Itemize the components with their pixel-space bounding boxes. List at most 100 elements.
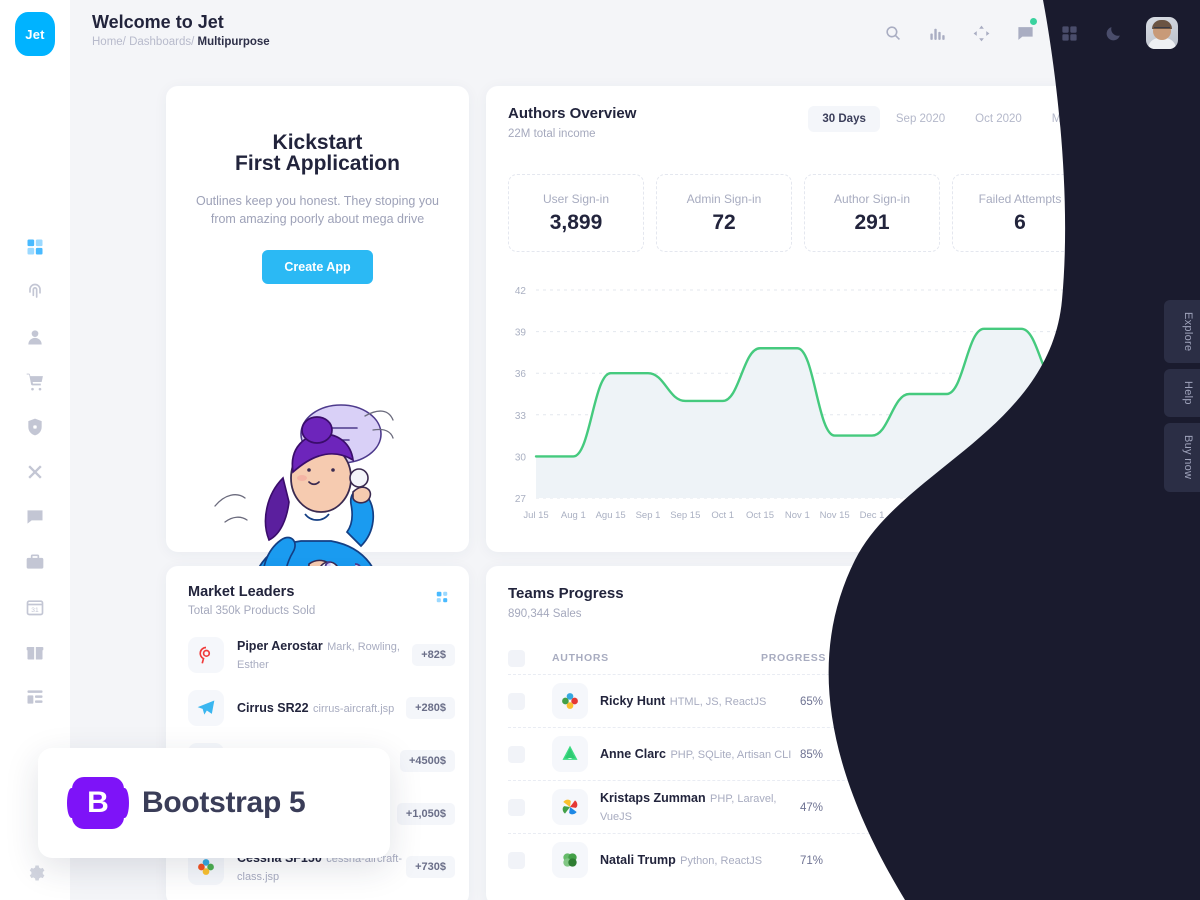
breadcrumb: Home/ Dashboards/ Multipurpose (92, 36, 270, 48)
row-checkbox[interactable] (508, 692, 525, 710)
amount-badge: +82$ (412, 643, 455, 666)
row-action: View (1031, 688, 1084, 714)
breadcrumb-dashboards[interactable]: Dashboards/ (129, 36, 194, 48)
svg-text:Jul 15: Jul 15 (523, 510, 548, 521)
user-filter-value: All Users (885, 602, 932, 614)
bootstrap-badge-card: B Bootstrap 5 (38, 748, 390, 858)
amount-badge: +4500$ (399, 749, 455, 772)
row-author: Natali Trump Python, ReactJS (600, 851, 800, 869)
side-tab-help[interactable]: Help (1164, 369, 1200, 418)
clover-green-icon (552, 842, 588, 878)
row-checkbox[interactable] (508, 745, 525, 763)
svg-text:Sep 15: Sep 15 (670, 510, 700, 521)
table-row[interactable]: Ricky Hunt HTML, JS, ReactJS 65% View (508, 674, 1084, 727)
tab-more[interactable]: More (1038, 106, 1092, 132)
table-row[interactable]: Kristaps Zumman PHP, Laravel, VueJS 47% … (508, 780, 1084, 833)
stat-value: 72 (712, 210, 736, 234)
row-progress: 47% (800, 798, 980, 816)
kickstart-title-line1: Kickstart (272, 131, 363, 154)
sidebar-item-calendar[interactable]: 31 (22, 594, 48, 620)
breadcrumb-home[interactable]: Home/ (92, 36, 126, 48)
side-tab-buy-now[interactable]: Buy now (1164, 423, 1200, 492)
create-app-button[interactable]: Create App (262, 250, 373, 285)
side-tab-explore[interactable]: Explore (1164, 300, 1200, 364)
svg-text:Jan 1: Jan 1 (935, 510, 958, 521)
view-button[interactable]: View (1031, 688, 1084, 714)
author-stack: Python, ReactJS (680, 855, 763, 867)
svg-text:Aug 1: Aug 1 (561, 510, 586, 521)
sidebar-item-messages[interactable] (22, 504, 48, 530)
svg-text:Sep 1: Sep 1 (636, 510, 661, 521)
user-filter-select[interactable]: All Users (875, 592, 980, 624)
stat-label: Admin Sign-in (686, 191, 762, 206)
sidebar-item-rewards[interactable] (22, 639, 48, 665)
list-item-name: Cirrus SR22 (237, 700, 309, 715)
chat-icon[interactable] (1014, 18, 1037, 44)
sidebar-item-dashboard[interactable] (22, 234, 48, 260)
view-button[interactable]: View (1031, 794, 1084, 820)
move-icon[interactable] (970, 22, 992, 44)
table-row[interactable]: Natali Trump Python, ReactJS 71% View (508, 833, 1084, 886)
svg-text:Feb 1: Feb 1 (1009, 510, 1033, 521)
sidebar-nav: 31 (22, 234, 48, 710)
table-row[interactable]: Anne Clarc PHP, SQLite, Artisan CLI 85% … (508, 727, 1084, 780)
authors-overview-chart: 27 30 33 36 39 42 Jul 15 Aug 1 Agu 15 Sep 1 Sep 15… (486, 276, 1106, 551)
gear-icon[interactable] (22, 860, 48, 886)
list-item[interactable]: Cirrus SR22 cirrus-aircraft.jsp +280$ (188, 681, 455, 734)
sidebar-item-layouts[interactable] (22, 684, 48, 710)
row-checkbox[interactable] (508, 851, 525, 869)
view-button[interactable]: View (1031, 847, 1084, 873)
list-item-text: Cirrus SR22 cirrus-aircraft.jsp (237, 699, 406, 717)
stat-card-author-signin: Author Sign-in 291 (804, 174, 940, 252)
app-logo[interactable]: Jet (15, 12, 55, 56)
row-action: View (1031, 794, 1084, 820)
select-all-checkbox[interactable] (508, 649, 525, 667)
svg-text:Dec 1: Dec 1 (860, 510, 885, 521)
row-progress: 85% (800, 745, 980, 763)
grid-icon[interactable] (1058, 22, 1080, 44)
list-item[interactable]: Piper Aerostar Mark, Rowling, Esther +82… (188, 628, 455, 681)
sidebar-item-authentication[interactable] (22, 279, 48, 305)
side-tabs: Explore Help Buy now (1164, 300, 1200, 492)
teams-progress-subtitle: 890,344 Sales (508, 608, 582, 620)
sidebar-item-security[interactable] (22, 414, 48, 440)
author-name: Kristaps Zumman (600, 791, 706, 805)
tab-30-days[interactable]: 30 Days (808, 106, 880, 132)
row-progress: 65% (800, 692, 980, 710)
row-checkbox[interactable] (508, 798, 525, 816)
search-input[interactable]: Search (991, 592, 1091, 624)
stat-value: 6 (1014, 210, 1026, 234)
kickstart-title: Kickstart First Application (166, 132, 469, 174)
view-button[interactable]: View (1031, 741, 1084, 767)
row-author: Ricky Hunt HTML, JS, ReactJS (600, 692, 800, 710)
list-item-desc: cirrus-aircraft.jsp (313, 702, 395, 715)
tab-sep-2020[interactable]: Sep 2020 (882, 106, 959, 132)
chevron-down-icon (958, 599, 970, 617)
moon-icon[interactable] (1102, 22, 1124, 44)
svg-text:Nov 15: Nov 15 (820, 510, 850, 521)
flower-color-icon (552, 683, 588, 719)
author-name: Natali Trump (600, 853, 676, 867)
analytics-icon[interactable] (926, 22, 948, 44)
row-action: View (1031, 847, 1084, 873)
stat-card-user-signin: User Sign-in 3,899 (508, 174, 644, 252)
stat-card-failed-attempts: Failed Attempts 6 (952, 174, 1088, 252)
top-header: Welcome to Jet Home/ Dashboards/ Multipu… (70, 0, 1200, 70)
bootstrap-logo-icon: B (67, 777, 129, 829)
sidebar-item-errors[interactable] (22, 459, 48, 485)
search-placeholder: Search (1020, 602, 1057, 614)
search-icon[interactable] (882, 22, 904, 44)
sidebar-item-profile[interactable] (22, 324, 48, 350)
sidebar-item-projects[interactable] (22, 549, 48, 575)
svg-text:Nov 1: Nov 1 (785, 510, 810, 521)
authors-overview-card: Authors Overview 22M total income 30 Day… (486, 86, 1106, 552)
sidebar-item-ecommerce[interactable] (22, 369, 48, 395)
dots-grid-icon[interactable] (435, 590, 449, 609)
avatar[interactable] (1146, 17, 1178, 49)
svg-text:42: 42 (515, 286, 527, 297)
tab-oct-2020[interactable]: Oct 2020 (961, 106, 1036, 132)
svg-text:27: 27 (515, 494, 527, 505)
market-leaders-subtitle: Total 350k Products Sold (188, 605, 316, 617)
svg-text:30: 30 (515, 452, 527, 463)
svg-text:39: 39 (515, 328, 527, 339)
